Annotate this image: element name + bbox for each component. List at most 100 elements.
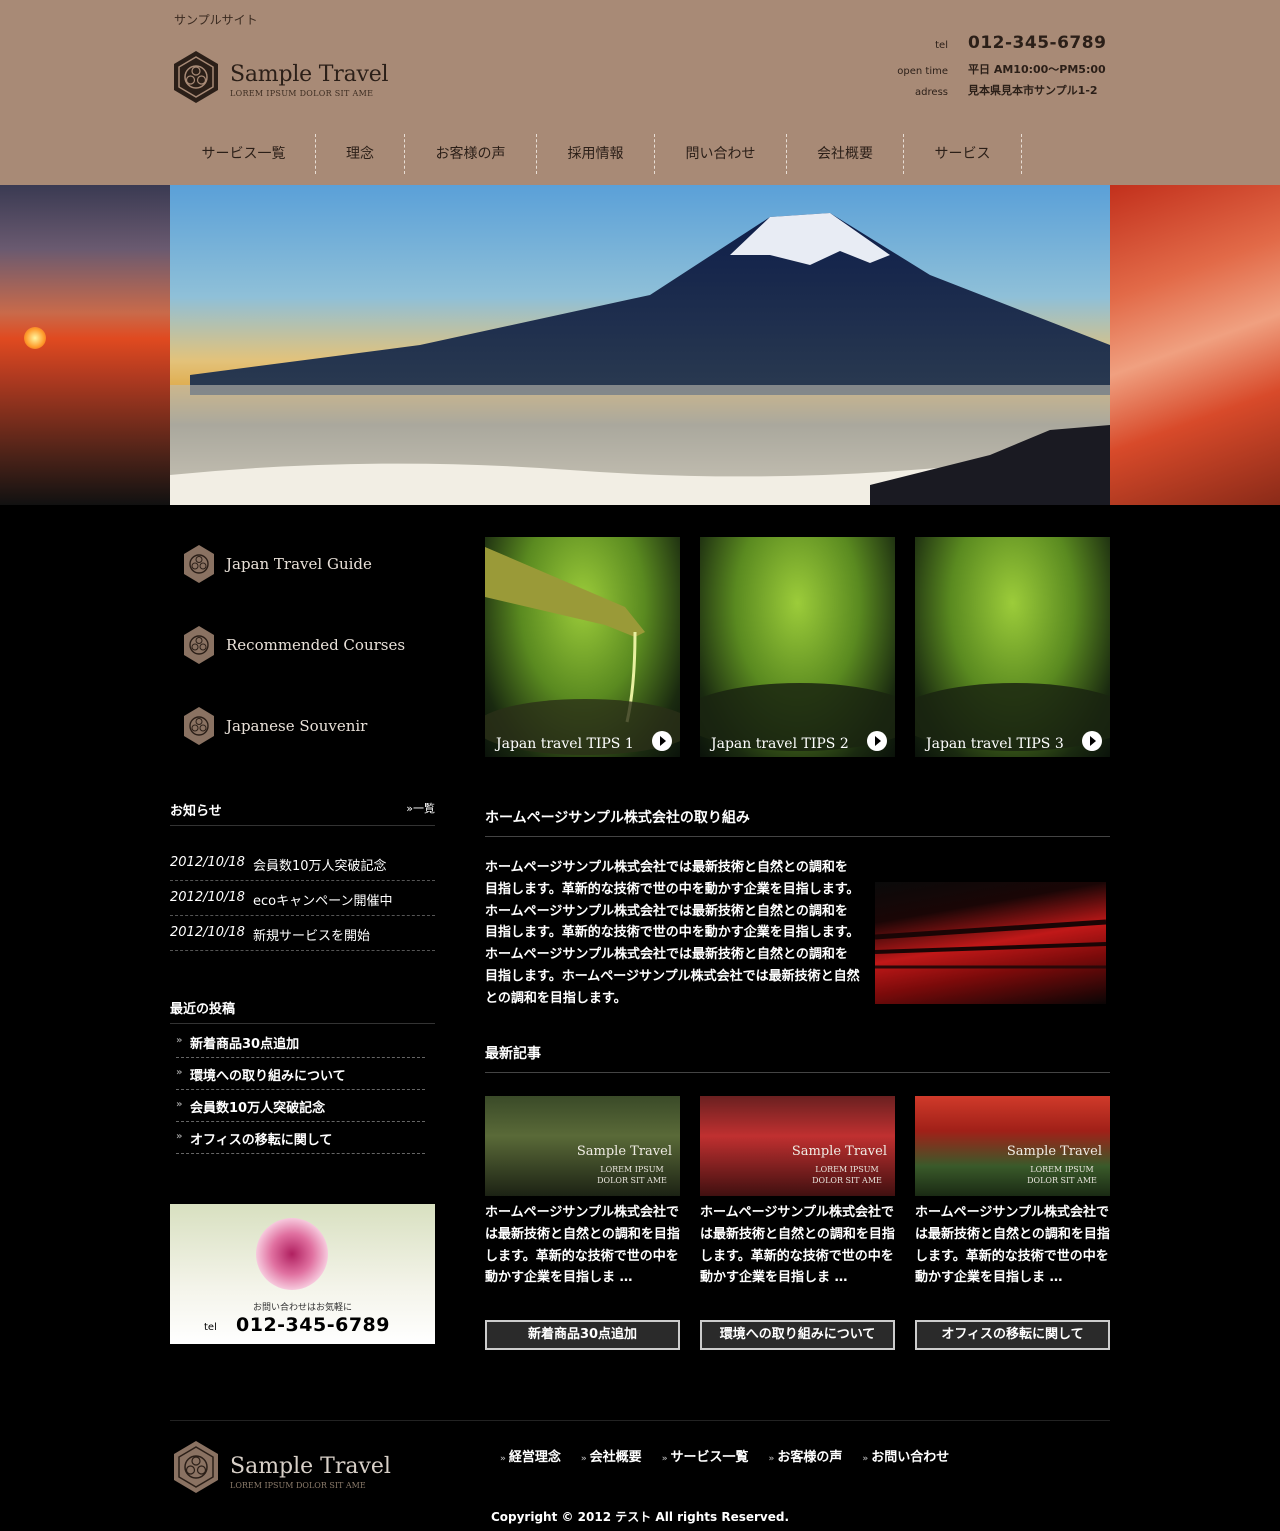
thumbnail-brand-sub: LOREM IPSUM DOLOR SIT AME: [597, 1165, 667, 1185]
nav-item-recruit[interactable]: 採用情報: [537, 134, 655, 174]
footer-link-services[interactable]: » サービス一覧: [662, 1446, 749, 1465]
red-umbrella-image: [875, 882, 1106, 1004]
site-logo[interactable]: Sample Travel LOREM IPSUM DOLOR SIT AME: [172, 50, 412, 106]
tip-card-3[interactable]: Japan travel TIPS 3: [915, 537, 1110, 757]
footer-logo-name: Sample Travel: [230, 1454, 391, 1479]
news-text[interactable]: ecoキャンペーン開催中: [253, 890, 392, 909]
recent-posts-title: 最近の投稿: [170, 996, 435, 1024]
news-item[interactable]: 2012/10/18 ecoキャンペーン開催中: [170, 881, 435, 916]
tip-card-2[interactable]: Japan travel TIPS 2: [700, 537, 895, 757]
moss-pond-illustration: [700, 683, 895, 751]
recent-post-label[interactable]: 新着商品30点追加: [190, 1033, 299, 1052]
side-menu-japanese-souvenir[interactable]: Japanese Souvenir: [182, 706, 432, 750]
contact-banner-tel-label: tel: [204, 1322, 217, 1333]
nav-item-philosophy[interactable]: 理念: [316, 134, 405, 174]
address-label: adress: [915, 87, 948, 98]
news-text[interactable]: 新規サービスを開始: [253, 925, 370, 944]
article-thumbnail[interactable]: Sample Travel LOREM IPSUM DOLOR SIT AME: [700, 1096, 895, 1196]
recent-post-label[interactable]: 会員数10万人突破記念: [190, 1097, 325, 1116]
recent-post-item[interactable]: » 新着商品30点追加: [176, 1026, 425, 1058]
article-button[interactable]: オフィスの移転に関して: [915, 1320, 1110, 1350]
news-item[interactable]: 2012/10/18 新規サービスを開始: [170, 916, 435, 951]
hero-mount-fuji-image: [170, 185, 1110, 505]
nav-item-contact[interactable]: 問い合わせ: [655, 134, 787, 174]
footer-logo[interactable]: Sample Travel LOREM IPSUM DOLOR SIT AME: [172, 1440, 412, 1496]
bullet-icon: »: [176, 1035, 183, 1046]
open-time-value: 平日 AM10:00〜PM5:00: [968, 63, 1106, 76]
moss-pond-illustration: [915, 683, 1110, 751]
play-arrow-icon[interactable]: [652, 731, 672, 751]
play-arrow-icon[interactable]: [867, 731, 887, 751]
bamboo-spout-illustration: [485, 547, 680, 755]
sun-glow: [24, 327, 46, 349]
nav-item-company[interactable]: 会社概要: [787, 134, 904, 174]
tip-label: Japan travel TIPS 3: [926, 736, 1064, 752]
side-menu-label: Japan Travel Guide: [226, 555, 372, 573]
article-thumbnail[interactable]: Sample Travel LOREM IPSUM DOLOR SIT AME: [485, 1096, 680, 1196]
copyright: Copyright © 2012 テスト All rights Reserved…: [490, 1510, 790, 1524]
news-date: 2012/10/18: [170, 855, 245, 870]
nav-item-services[interactable]: サービス一覧: [172, 134, 316, 174]
article-excerpt: ホームページサンプル株式会社では最新技術と自然との調和を目指します。革新的な技術…: [915, 1205, 1110, 1286]
footer-link-label[interactable]: サービス一覧: [671, 1450, 749, 1465]
recent-post-item[interactable]: » 会員数10万人突破記念: [176, 1090, 425, 1122]
contact-banner-note: お問い合わせはお気軽に: [252, 1303, 352, 1313]
crest-icon: [184, 545, 214, 583]
footer-link-testimonials[interactable]: » お客様の声: [769, 1446, 843, 1465]
news-header: お知らせ »一覧: [170, 798, 435, 826]
recent-post-label[interactable]: オフィスの移転に関して: [190, 1129, 332, 1148]
article-excerpt: ホームページサンプル株式会社では最新技術と自然との調和を目指します。革新的な技術…: [700, 1205, 895, 1286]
intro-title: ホームページサンプル株式会社の取り組み: [485, 807, 1110, 837]
news-more-link[interactable]: »一覧: [406, 800, 435, 816]
crest-logo-icon: [174, 51, 218, 103]
news-item[interactable]: 2012/10/18 会員数10万人突破記念: [170, 846, 435, 881]
footer-link-philosophy[interactable]: » 経営理念: [500, 1446, 561, 1465]
recent-post-item[interactable]: » 環境への取り組みについて: [176, 1058, 425, 1090]
play-arrow-icon[interactable]: [1082, 731, 1102, 751]
footer-nav: » 経営理念 » 会社概要 » サービス一覧 » お客様の声 » お問い合わせ: [500, 1446, 969, 1465]
tip-card-1[interactable]: Japan travel TIPS 1: [485, 537, 680, 757]
hero-maple-image: [1110, 185, 1280, 505]
footer-link-label[interactable]: 会社概要: [590, 1450, 642, 1465]
article-button[interactable]: 環境への取り組みについて: [700, 1320, 895, 1350]
footer-divider: [170, 1420, 1110, 1421]
thumbnail-brand-sub: LOREM IPSUM DOLOR SIT AME: [1027, 1165, 1097, 1185]
bullet-icon: »: [176, 1067, 183, 1078]
footer-link-label[interactable]: お客様の声: [777, 1450, 842, 1465]
news-title: お知らせ: [170, 804, 222, 819]
header-contact: tel 012-345-6789 open time 平日 AM10:00〜PM…: [880, 30, 1140, 105]
footer-link-company[interactable]: » 会社概要: [581, 1446, 642, 1465]
tip-label: Japan travel TIPS 2: [711, 736, 849, 752]
nav-item-service[interactable]: サービス: [904, 134, 1022, 174]
site-tagline: サンプルサイト: [174, 13, 258, 27]
intro-text: ホームページサンプル株式会社では最新技術と自然との調和を目指します。革新的な技術…: [485, 860, 860, 1006]
site-header: サンプルサイト Sample Travel LOREM IPSUM DOLOR …: [0, 0, 1280, 185]
bullet-icon: »: [500, 1454, 506, 1464]
side-menu-label: Japanese Souvenir: [226, 717, 368, 735]
article-button[interactable]: 新着商品30点追加: [485, 1320, 680, 1350]
side-menu-japan-travel-guide[interactable]: Japan Travel Guide: [182, 544, 432, 588]
tel-value: 012-345-6789: [968, 33, 1107, 53]
contact-banner[interactable]: お問い合わせはお気軽に tel 012-345-6789: [170, 1204, 435, 1344]
bullet-icon: »: [176, 1131, 183, 1142]
news-date: 2012/10/18: [170, 925, 245, 940]
recent-post-label[interactable]: 環境への取り組みについて: [190, 1065, 346, 1084]
footer-link-label[interactable]: お問い合わせ: [871, 1450, 949, 1465]
article-excerpt: ホームページサンプル株式会社では最新技術と自然との調和を目指します。革新的な技術…: [485, 1205, 680, 1286]
bullet-icon: »: [580, 1454, 587, 1464]
crest-icon: [184, 707, 214, 745]
open-time-label: open time: [897, 66, 948, 77]
bullet-icon: »: [176, 1099, 183, 1110]
footer-link-contact[interactable]: » お問い合わせ: [862, 1446, 949, 1465]
mountain-illustration: [170, 213, 1110, 505]
nav-item-testimonials[interactable]: お客様の声: [405, 134, 537, 174]
logo-subtitle: LOREM IPSUM DOLOR SIT AME: [230, 89, 374, 98]
bullet-icon: »: [661, 1454, 668, 1464]
side-menu-label: Recommended Courses: [226, 636, 406, 654]
footer-link-label[interactable]: 経営理念: [509, 1450, 561, 1465]
thumbnail-brand-sub: LOREM IPSUM DOLOR SIT AME: [812, 1165, 882, 1185]
side-menu-recommended-courses[interactable]: Recommended Courses: [182, 625, 432, 669]
article-thumbnail[interactable]: Sample Travel LOREM IPSUM DOLOR SIT AME: [915, 1096, 1110, 1196]
news-text[interactable]: 会員数10万人突破記念: [253, 855, 387, 874]
recent-post-item[interactable]: » オフィスの移転に関して: [176, 1122, 425, 1154]
